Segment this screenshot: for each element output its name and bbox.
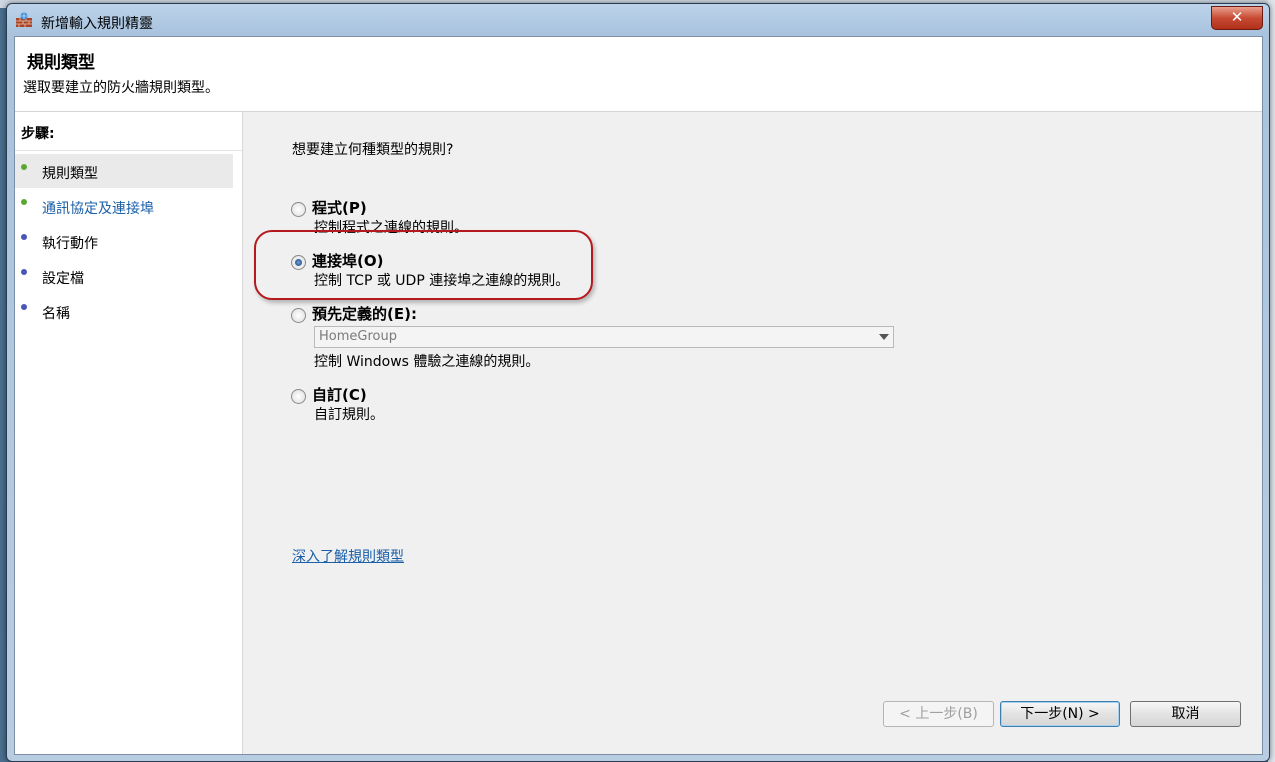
custom-radio[interactable] bbox=[291, 389, 306, 404]
back-button[interactable]: < 上一步(B) bbox=[883, 701, 994, 727]
question-text: 想要建立何種類型的規則? bbox=[292, 142, 454, 158]
predefined-rule-select[interactable]: HomeGroup bbox=[314, 326, 894, 348]
program-radio[interactable] bbox=[291, 202, 306, 217]
step-complete-bullet-icon bbox=[21, 199, 27, 205]
close-button[interactable]: ✕ bbox=[1211, 6, 1263, 30]
step-complete-bullet-icon bbox=[21, 164, 27, 170]
predefined-select-value: HomeGroup bbox=[319, 329, 397, 344]
port-radio[interactable] bbox=[291, 255, 306, 270]
page-title: 規則類型 bbox=[27, 53, 95, 73]
predefined-radio[interactable] bbox=[291, 308, 306, 323]
predefined-option-desc: 控制 Windows 體驗之連線的規則。 bbox=[314, 354, 540, 370]
sidebar-item-name: 名稱 bbox=[15, 294, 233, 328]
sidebar-item-label: 通訊協定及連接埠 bbox=[42, 201, 154, 217]
steps-divider bbox=[15, 150, 242, 151]
close-icon: ✕ bbox=[1230, 8, 1244, 26]
custom-option-desc: 自訂規則。 bbox=[314, 407, 384, 423]
port-option-label[interactable]: 連接埠(O) bbox=[312, 250, 383, 271]
learn-more-link[interactable]: 深入了解規則類型 bbox=[292, 546, 404, 566]
port-option-desc: 控制 TCP 或 UDP 連接埠之連線的規則。 bbox=[314, 273, 570, 289]
sidebar-item-label: 執行動作 bbox=[42, 236, 98, 252]
rule-type-panel: 想要建立何種類型的規則? 程式(P) 控制程式之連線的規則。 連接埠(O) 控制… bbox=[243, 112, 1262, 754]
sidebar-item-profile: 設定檔 bbox=[15, 259, 233, 293]
sidebar-item-protocol-ports[interactable]: 通訊協定及連接埠 bbox=[15, 189, 233, 223]
custom-option-label[interactable]: 自訂(C) bbox=[312, 384, 367, 405]
steps-heading: 步驟: bbox=[21, 126, 55, 142]
sidebar-item-action: 執行動作 bbox=[15, 224, 233, 258]
window-title: 新增輸入規則精靈 bbox=[41, 16, 153, 32]
wizard-window: 新增輸入規則精靈 ✕ 規則類型 選取要建立的防火牆規則類型。 步驟: 規則類型 … bbox=[6, 3, 1270, 762]
next-button[interactable]: 下一步(N) > bbox=[1000, 701, 1120, 727]
steps-sidebar: 步驟: 規則類型 通訊協定及連接埠 執行動作 設定檔 名稱 bbox=[15, 112, 243, 754]
sidebar-item-label: 規則類型 bbox=[42, 166, 98, 182]
step-pending-bullet-icon bbox=[21, 304, 27, 310]
sidebar-item-rule-type[interactable]: 規則類型 bbox=[15, 154, 233, 188]
sidebar-item-label: 設定檔 bbox=[42, 271, 84, 287]
program-option-label[interactable]: 程式(P) bbox=[312, 197, 367, 218]
chevron-down-icon bbox=[879, 334, 889, 340]
wizard-client-area: 規則類型 選取要建立的防火牆規則類型。 步驟: 規則類型 通訊協定及連接埠 執行… bbox=[14, 36, 1263, 755]
wizard-header: 規則類型 選取要建立的防火牆規則類型。 bbox=[15, 37, 1262, 112]
sidebar-item-label: 名稱 bbox=[42, 306, 70, 322]
page-subtitle: 選取要建立的防火牆規則類型。 bbox=[23, 80, 219, 96]
step-pending-bullet-icon bbox=[21, 234, 27, 240]
firewall-icon bbox=[16, 12, 32, 27]
step-pending-bullet-icon bbox=[21, 269, 27, 275]
title-bar[interactable]: 新增輸入規則精靈 ✕ bbox=[7, 4, 1269, 36]
predefined-option-label[interactable]: 預先定義的(E): bbox=[312, 303, 417, 324]
cancel-button[interactable]: 取消 bbox=[1130, 701, 1241, 727]
